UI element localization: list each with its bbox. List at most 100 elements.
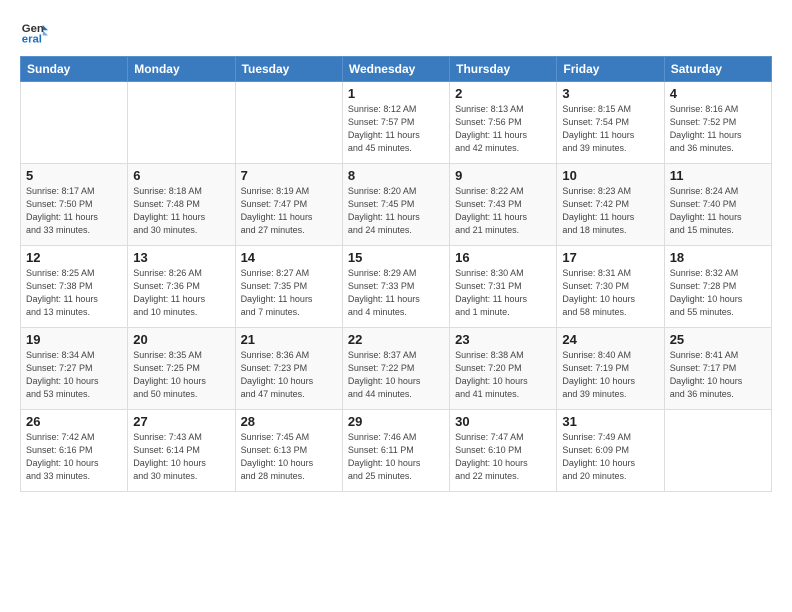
calendar-cell: 31Sunrise: 7:49 AMSunset: 6:09 PMDayligh… [557,410,664,492]
day-number: 21 [241,332,337,347]
day-info: Sunrise: 8:26 AMSunset: 7:36 PMDaylight:… [133,267,229,319]
day-number: 18 [670,250,766,265]
calendar-cell: 14 Sunrise: 8:27 AMSunset: 7:35 PMDayligh… [235,246,342,328]
weekday-header-tuesday: Tuesday [235,57,342,82]
calendar-cell: 23Sunrise: 8:38 AMSunset: 7:20 PMDayligh… [450,328,557,410]
calendar-cell: 17 Sunrise: 8:31 AMSunset: 7:30 PMDayligh… [557,246,664,328]
day-info: Sunrise: 8:38 AMSunset: 7:20 PMDaylight:… [455,349,551,401]
calendar-cell: 3 Sunrise: 8:15 AMSunset: 7:54 PMDaylight… [557,82,664,164]
calendar-cell: 11Sunrise: 8:24 AMSunset: 7:40 PMDayligh… [664,164,771,246]
day-info: Sunrise: 8:18 AMSunset: 7:48 PMDaylight:… [133,185,229,237]
day-number: 17 [562,250,658,265]
calendar-cell: 15 Sunrise: 8:29 AMSunset: 7:33 PMDayligh… [342,246,449,328]
day-info: Sunrise: 8:25 AMSunset: 7:38 PMDaylight:… [26,267,122,319]
weekday-header-friday: Friday [557,57,664,82]
day-number: 14 [241,250,337,265]
calendar-cell [128,82,235,164]
weekday-header-sunday: Sunday [21,57,128,82]
calendar-cell: 5 Sunrise: 8:17 AMSunset: 7:50 PMDaylight… [21,164,128,246]
day-number: 30 [455,414,551,429]
day-number: 29 [348,414,444,429]
calendar-cell: 18 Sunrise: 8:32 AMSunset: 7:28 PMDayligh… [664,246,771,328]
day-info: Sunrise: 7:46 AMSunset: 6:11 PMDaylight:… [348,431,444,483]
day-number: 26 [26,414,122,429]
day-number: 2 [455,86,551,101]
day-number: 12 [26,250,122,265]
day-info: Sunrise: 7:45 AMSunset: 6:13 PMDaylight:… [241,431,337,483]
calendar-cell: 19 Sunrise: 8:34 AMSunset: 7:27 PMDayligh… [21,328,128,410]
day-number: 9 [455,168,551,183]
day-number: 4 [670,86,766,101]
calendar-cell: 22Sunrise: 8:37 AMSunset: 7:22 PMDayligh… [342,328,449,410]
day-info: Sunrise: 8:15 AMSunset: 7:54 PMDaylight:… [562,103,658,155]
day-info: Sunrise: 8:16 AMSunset: 7:52 PMDaylight:… [670,103,766,155]
day-info: Sunrise: 7:43 AMSunset: 6:14 PMDaylight:… [133,431,229,483]
day-number: 11 [670,168,766,183]
day-info: Sunrise: 8:34 AMSunset: 7:27 PMDaylight:… [26,349,122,401]
calendar-cell [235,82,342,164]
day-info: Sunrise: 7:47 AMSunset: 6:10 PMDaylight:… [455,431,551,483]
calendar-cell: 12 Sunrise: 8:25 AMSunset: 7:38 PMDayligh… [21,246,128,328]
day-number: 15 [348,250,444,265]
calendar-cell: 4 Sunrise: 8:16 AMSunset: 7:52 PMDaylight… [664,82,771,164]
day-number: 19 [26,332,122,347]
day-info: Sunrise: 7:42 AMSunset: 6:16 PMDaylight:… [26,431,122,483]
weekday-header-wednesday: Wednesday [342,57,449,82]
day-number: 8 [348,168,444,183]
day-info: Sunrise: 8:30 AMSunset: 7:31 PMDaylight:… [455,267,551,319]
day-info: Sunrise: 8:31 AMSunset: 7:30 PMDaylight:… [562,267,658,319]
calendar-header-row: SundayMondayTuesdayWednesdayThursdayFrid… [21,57,772,82]
day-info: Sunrise: 8:20 AMSunset: 7:45 PMDaylight:… [348,185,444,237]
day-number: 22 [348,332,444,347]
day-info: Sunrise: 8:22 AMSunset: 7:43 PMDaylight:… [455,185,551,237]
day-info: Sunrise: 8:13 AMSunset: 7:56 PMDaylight:… [455,103,551,155]
svg-text:eral: eral [22,34,42,46]
day-info: Sunrise: 8:36 AMSunset: 7:23 PMDaylight:… [241,349,337,401]
calendar-cell: 2 Sunrise: 8:13 AMSunset: 7:56 PMDaylight… [450,82,557,164]
day-number: 5 [26,168,122,183]
day-number: 20 [133,332,229,347]
calendar-cell: 16 Sunrise: 8:30 AMSunset: 7:31 PMDayligh… [450,246,557,328]
calendar-week-1: 1 Sunrise: 8:12 AMSunset: 7:57 PMDaylight… [21,82,772,164]
day-number: 10 [562,168,658,183]
day-number: 16 [455,250,551,265]
calendar-cell: 24Sunrise: 8:40 AMSunset: 7:19 PMDayligh… [557,328,664,410]
logo: Gen eral [20,18,52,46]
calendar-cell: 7 Sunrise: 8:19 AMSunset: 7:47 PMDaylight… [235,164,342,246]
day-number: 7 [241,168,337,183]
calendar-cell: 30 Sunrise: 7:47 AMSunset: 6:10 PMDayligh… [450,410,557,492]
calendar-cell: 9 Sunrise: 8:22 AMSunset: 7:43 PMDaylight… [450,164,557,246]
day-info: Sunrise: 8:12 AMSunset: 7:57 PMDaylight:… [348,103,444,155]
logo-icon: Gen eral [20,18,48,46]
day-number: 25 [670,332,766,347]
page: Gen eral SundayMondayTuesdayWednesdayThu… [0,0,792,612]
calendar-cell: 27Sunrise: 7:43 AMSunset: 6:14 PMDayligh… [128,410,235,492]
weekday-header-monday: Monday [128,57,235,82]
day-info: Sunrise: 8:27 AMSunset: 7:35 PMDaylight:… [241,267,337,319]
day-info: Sunrise: 8:41 AMSunset: 7:17 PMDaylight:… [670,349,766,401]
day-info: Sunrise: 8:19 AMSunset: 7:47 PMDaylight:… [241,185,337,237]
day-number: 6 [133,168,229,183]
calendar-cell: 1 Sunrise: 8:12 AMSunset: 7:57 PMDaylight… [342,82,449,164]
day-info: Sunrise: 8:40 AMSunset: 7:19 PMDaylight:… [562,349,658,401]
day-info: Sunrise: 8:29 AMSunset: 7:33 PMDaylight:… [348,267,444,319]
calendar-cell: 20Sunrise: 8:35 AMSunset: 7:25 PMDayligh… [128,328,235,410]
day-number: 31 [562,414,658,429]
calendar-cell: 10Sunrise: 8:23 AMSunset: 7:42 PMDayligh… [557,164,664,246]
calendar-week-5: 26 Sunrise: 7:42 AMSunset: 6:16 PMDayligh… [21,410,772,492]
calendar-cell: 29 Sunrise: 7:46 AMSunset: 6:11 PMDayligh… [342,410,449,492]
calendar-table: SundayMondayTuesdayWednesdayThursdayFrid… [20,56,772,492]
day-info: Sunrise: 8:32 AMSunset: 7:28 PMDaylight:… [670,267,766,319]
day-info: Sunrise: 8:17 AMSunset: 7:50 PMDaylight:… [26,185,122,237]
day-number: 1 [348,86,444,101]
calendar-cell: 25 Sunrise: 8:41 AMSunset: 7:17 PMDayligh… [664,328,771,410]
calendar-cell: 28 Sunrise: 7:45 AMSunset: 6:13 PMDayligh… [235,410,342,492]
day-number: 13 [133,250,229,265]
weekday-header-thursday: Thursday [450,57,557,82]
day-number: 3 [562,86,658,101]
calendar-cell [664,410,771,492]
header: Gen eral [20,18,772,46]
calendar-week-2: 5 Sunrise: 8:17 AMSunset: 7:50 PMDaylight… [21,164,772,246]
day-number: 28 [241,414,337,429]
weekday-header-saturday: Saturday [664,57,771,82]
